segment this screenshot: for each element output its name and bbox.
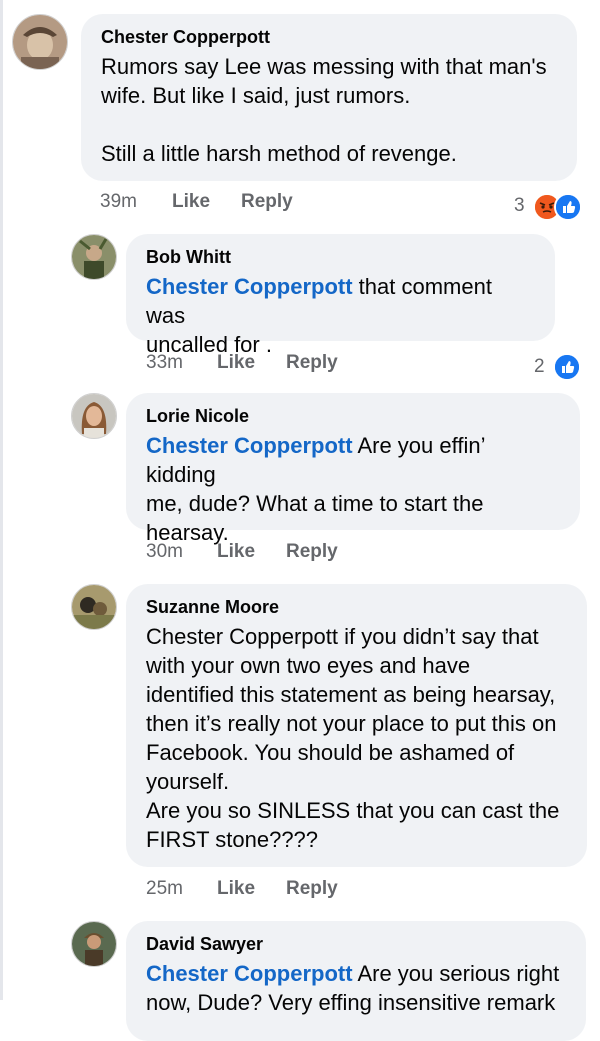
comment-bubble: Bob Whitt Chester Copperpott that commen… <box>126 234 555 357</box>
comment-author[interactable]: Lorie Nicole <box>146 405 560 427</box>
reply-button[interactable]: Reply <box>241 191 293 213</box>
comment-timestamp[interactable]: 30m <box>146 541 183 563</box>
reaction-count: 3 <box>514 195 525 216</box>
comment-bubble: Lorie Nicole Chester Copperpott Are you … <box>126 393 580 545</box>
reply-button[interactable]: Reply <box>286 352 338 374</box>
like-button[interactable]: Like <box>217 541 255 563</box>
comment-author[interactable]: David Sawyer <box>146 933 566 955</box>
reaction-summary[interactable]: 3 <box>500 193 590 221</box>
reaction-summary[interactable]: 2 <box>525 353 585 381</box>
mention-link[interactable]: Chester Copperpott <box>146 274 353 299</box>
reply-button[interactable]: Reply <box>286 541 338 563</box>
comment-text: Rumors say Lee was messing with that man… <box>101 54 547 166</box>
comment-timestamp[interactable]: 39m <box>100 191 137 213</box>
comment-bubble: David Sawyer Chester Copperpott Are you … <box>126 921 586 1041</box>
like-button[interactable]: Like <box>217 352 255 374</box>
avatar[interactable] <box>12 14 68 70</box>
comment-bubble: Chester Copperpott Rumors say Lee was me… <box>81 14 577 181</box>
avatar[interactable] <box>71 584 117 630</box>
like-button[interactable]: Like <box>172 191 210 213</box>
thread-line <box>0 0 3 1000</box>
reply-button[interactable]: Reply <box>286 878 338 900</box>
comment-author[interactable]: Bob Whitt <box>146 246 535 268</box>
comment-author[interactable]: Suzanne Moore <box>146 596 567 618</box>
like-icon <box>553 353 581 381</box>
avatar[interactable] <box>71 234 117 280</box>
comment-timestamp[interactable]: 33m <box>146 352 183 374</box>
like-button[interactable]: Like <box>217 878 255 900</box>
like-icon <box>554 193 582 221</box>
avatar[interactable] <box>71 393 117 439</box>
avatar[interactable] <box>71 921 117 967</box>
comment-bubble: Suzanne Moore Chester Copperpott if you … <box>126 584 587 867</box>
comment-author[interactable]: Chester Copperpott <box>101 26 557 48</box>
mention-link[interactable]: Chester Copperpott <box>146 961 353 986</box>
reaction-count: 2 <box>534 356 545 377</box>
comment-text: Chester Copperpott if you didn’t say tha… <box>146 624 560 852</box>
mention-link[interactable]: Chester Copperpott <box>146 433 353 458</box>
comment-timestamp[interactable]: 25m <box>146 878 183 900</box>
